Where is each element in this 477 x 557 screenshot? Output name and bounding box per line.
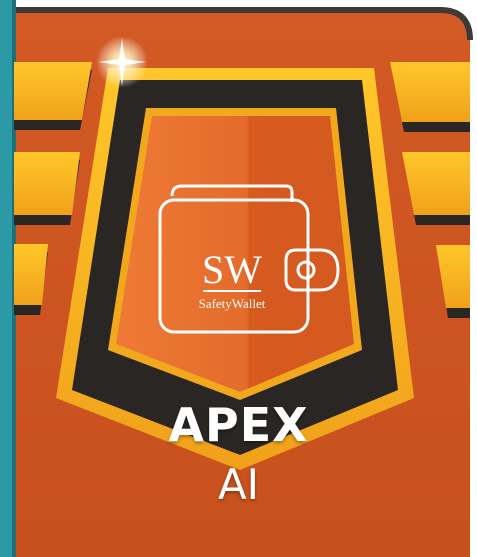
- logo-wordmark: SafetyWallet: [199, 296, 266, 311]
- badge-title-line1: APEX: [168, 398, 309, 452]
- sparkle-highlight: [96, 36, 148, 88]
- logo-monogram: SW: [202, 247, 262, 292]
- badge-title-line2: AI: [217, 460, 260, 509]
- logo-text: SW SafetyWallet: [199, 247, 266, 311]
